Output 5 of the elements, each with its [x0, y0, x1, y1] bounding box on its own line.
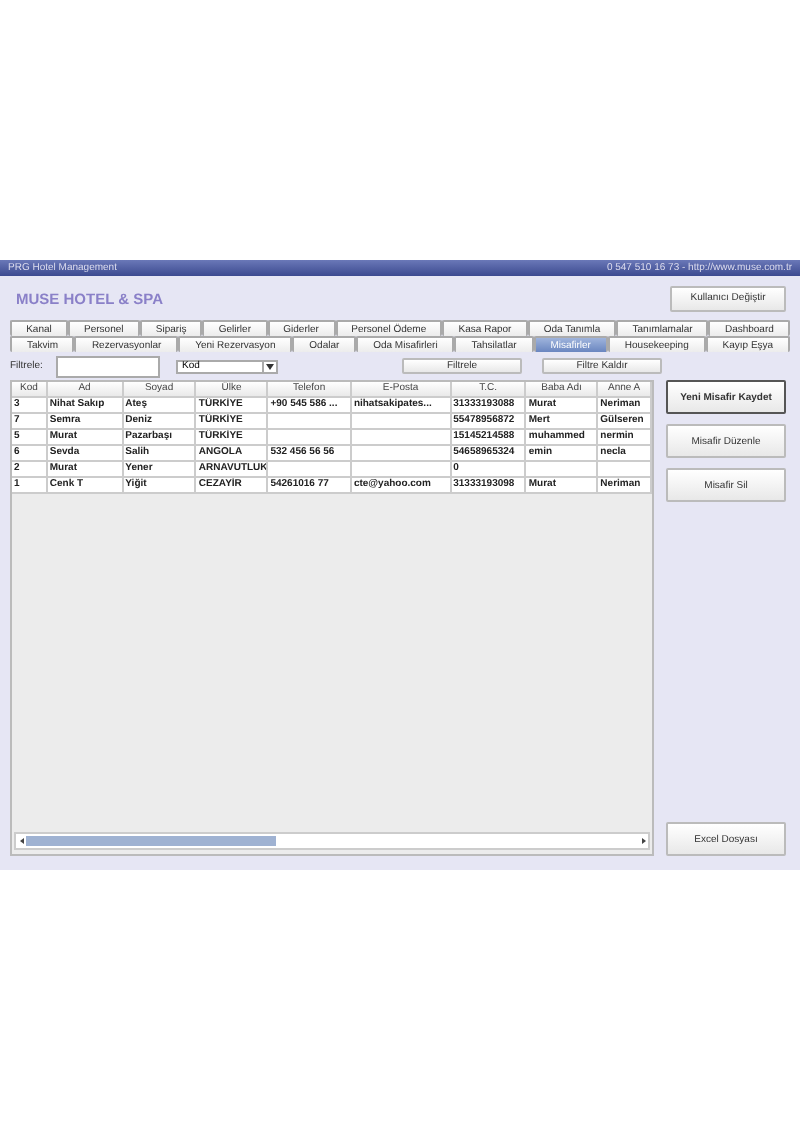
horizontal-scrollbar[interactable] — [14, 832, 650, 850]
filter-field[interactable] — [56, 355, 160, 377]
right-arrow-icon[interactable] — [641, 838, 645, 844]
caret-icon — [266, 363, 274, 369]
left-arrow-icon[interactable] — [19, 838, 23, 844]
